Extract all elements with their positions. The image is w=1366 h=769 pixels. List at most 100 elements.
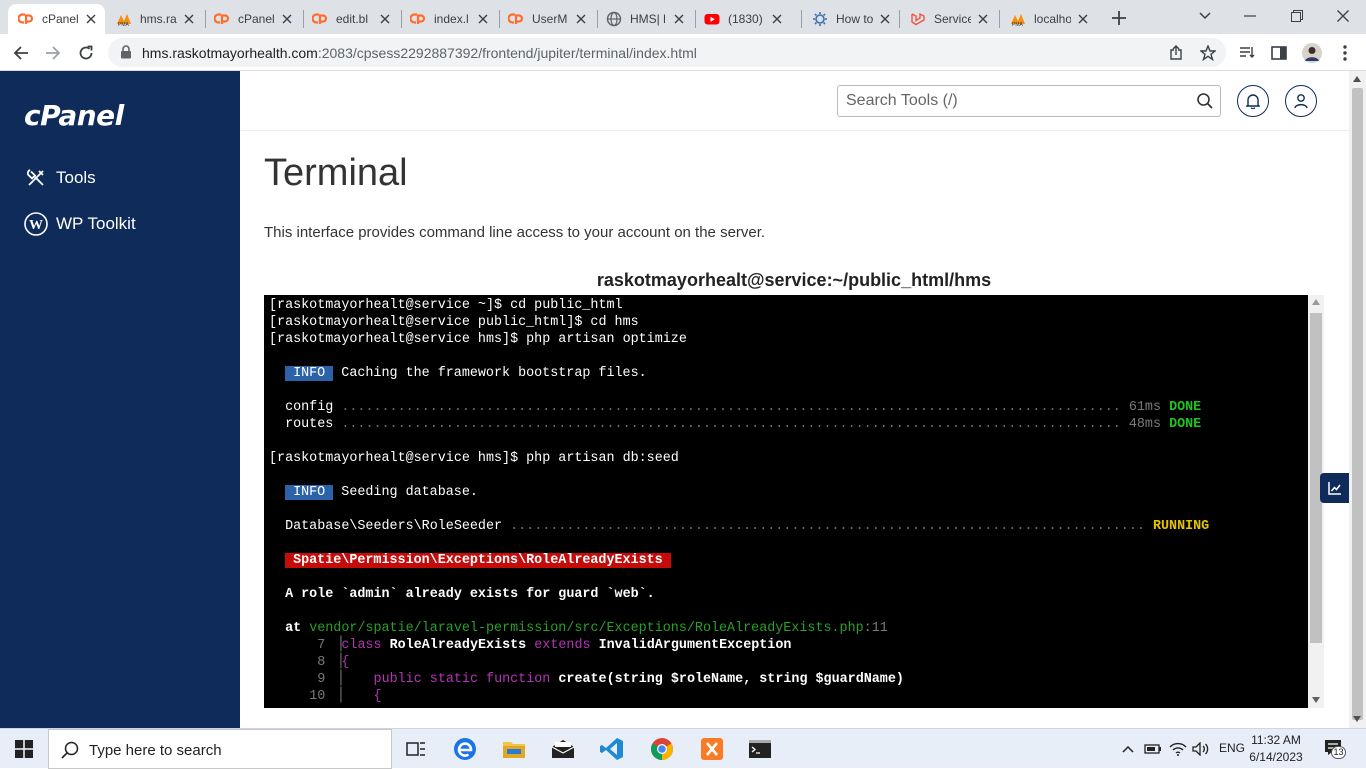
terminal-line: [raskotmayorhealt@service ~]$ cd public_… [269,298,623,313]
terminal-line: routes .................................… [269,416,1308,433]
task-dots: ........................................… [341,417,1121,432]
close-tab-icon[interactable] [475,11,491,27]
notifications-button[interactable] [1237,85,1269,117]
forward-button[interactable] [40,40,66,66]
tab-search-button[interactable] [1193,6,1217,26]
profile-avatar[interactable] [1302,43,1322,63]
stats-toggle-button[interactable] [1320,473,1350,503]
browser-tab-howto[interactable]: How to [802,4,899,34]
browser-tab-youtube[interactable]: (1830) [694,4,791,34]
terminal-line: [raskotmayorhealt@service public_html]$ … [269,315,639,330]
task-label: Database\Seeders\RoleSeeder [285,519,503,534]
close-tab-icon[interactable] [181,11,197,27]
bookmark-star-icon[interactable] [1199,44,1217,62]
tab-divider [801,10,802,28]
close-tab-icon[interactable] [83,11,99,27]
more-menu-icon[interactable] [1335,43,1355,63]
lock-icon[interactable] [120,45,132,59]
browser-tab-edit[interactable]: edit.bl [302,4,399,34]
browser-tab-userm[interactable]: UserM [498,4,595,34]
terminal-line: [raskotmayorhealt@service hms]$ php arti… [269,332,687,347]
windows-logo-icon [15,740,33,758]
notification-center-button[interactable]: 13 [1322,738,1348,760]
browser-tab-cpanel[interactable]: cPanel [8,4,105,34]
youtube-icon [704,11,720,27]
browser-tab-cpanel-2[interactable]: cPanel [204,4,301,34]
line-number: 8 [317,655,326,670]
chrome-icon [651,738,673,760]
search-input[interactable] [838,86,1188,116]
browser-tab-index[interactable]: index.l [400,4,497,34]
xampp-app-button[interactable] [688,729,736,769]
volume-icon[interactable] [1192,739,1210,759]
task-view-button[interactable] [392,729,440,769]
url-host: hms.raskotmayorhealth.com [142,45,318,61]
terminal-line: A role `admin` already exists for guard … [269,586,1308,603]
page-scrollbar[interactable] [1349,71,1366,728]
close-tab-icon[interactable] [279,11,295,27]
browser-tab-service[interactable]: Service [900,4,997,34]
close-tab-icon[interactable] [1075,11,1091,27]
system-clock[interactable]: 11:32 AM 6/14/2023 [1246,732,1306,766]
laravel-icon [910,11,926,27]
sidebar-item-wp-toolkit[interactable]: W WP Toolkit [24,210,136,238]
edge-app-button[interactable] [441,729,489,769]
code-text: InvalidArgumentException [598,638,792,653]
terminal-window[interactable]: [raskotmayorhealt@service ~]$ cd public_… [264,295,1308,708]
minimize-button[interactable] [1238,6,1262,26]
show-hidden-icons-button[interactable] [1120,739,1136,759]
language-indicator[interactable]: ENG [1219,741,1245,755]
side-panel-icon[interactable] [1269,43,1289,63]
new-tab-button[interactable] [1108,7,1130,29]
vscode-app-button[interactable] [588,729,636,769]
close-window-button[interactable] [1331,6,1355,26]
tab-divider [999,10,1000,28]
search-icon[interactable] [1196,92,1214,110]
taskbar-search-box[interactable]: Type here to search [48,729,392,769]
sidebar-item-label: Tools [56,168,96,187]
close-tab-icon[interactable] [377,11,393,27]
browser-tab-hms-2[interactable]: HMS| l [596,4,693,34]
share-icon[interactable] [1167,44,1185,62]
close-tab-icon[interactable] [975,11,991,27]
page-scroll-thumb[interactable] [1352,88,1363,720]
battery-icon[interactable] [1144,739,1162,759]
cpanel-logo[interactable]: cPanel [24,99,124,132]
code-text: { [341,655,350,670]
reading-list-icon[interactable] [1237,43,1257,63]
scroll-up-arrow-icon [1353,76,1361,82]
browser-tab-localhost[interactable]: PMA localho [1000,4,1097,34]
url-text[interactable]: hms.raskotmayorhealth.com:2083/cpsess229… [142,45,697,61]
exception-file-line: :11 [863,621,888,636]
plus-icon [1112,11,1126,25]
browser-tab-hms[interactable]: PMA hms.ra [106,4,203,34]
file-explorer-button[interactable] [490,729,538,769]
code-class-name: RoleAlreadyExists [389,638,527,653]
close-tab-icon[interactable] [573,11,589,27]
address-bar[interactable]: hms.raskotmayorhealth.com:2083/cpsess229… [108,38,1226,67]
task-view-icon [406,742,425,756]
wifi-icon[interactable] [1169,739,1187,759]
close-tab-icon[interactable] [769,11,785,27]
reload-button[interactable] [73,40,99,66]
code-keyword: extends [534,638,591,653]
task-label: routes [285,417,334,432]
search-tools-box[interactable] [837,85,1221,117]
back-button[interactable] [8,40,34,66]
cpanel-icon [214,11,230,27]
sidebar-item-tools[interactable]: Tools [24,164,96,192]
user-menu-button[interactable] [1285,85,1317,117]
notification-count-badge: 13 [1331,746,1346,759]
bell-icon [1246,94,1260,109]
close-tab-icon[interactable] [877,11,893,27]
scroll-down-arrow-icon [1353,716,1361,722]
close-tab-icon[interactable] [671,11,687,27]
start-button[interactable] [0,729,48,769]
terminal-app-button[interactable] [736,729,784,769]
xampp-icon [701,738,723,760]
restore-button[interactable] [1285,6,1309,26]
chrome-app-button[interactable] [638,729,686,769]
error-message: A role `admin` already exists for guard … [285,587,655,602]
mail-app-button[interactable] [539,729,587,769]
